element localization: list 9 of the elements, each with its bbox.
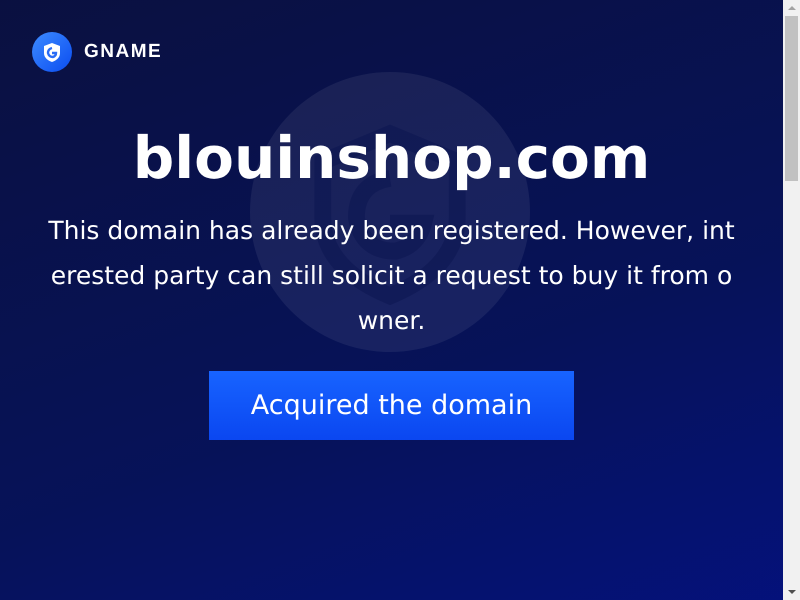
status-message: This domain has already been registered. However, interested party can still solicit a request to buy it from owner. [47, 215, 736, 337]
scroll-up-icon[interactable] [788, 6, 796, 10]
shield-logo-icon[interactable] [32, 32, 72, 72]
brand-name: GNAME [84, 41, 162, 63]
scrollbar[interactable] [783, 0, 800, 600]
scroll-down-icon[interactable] [788, 590, 796, 594]
domain-title: blouinshop.com [132, 123, 650, 194]
acquire-button[interactable]: Acquired the domain [209, 371, 574, 440]
scroll-thumb[interactable] [785, 16, 798, 181]
